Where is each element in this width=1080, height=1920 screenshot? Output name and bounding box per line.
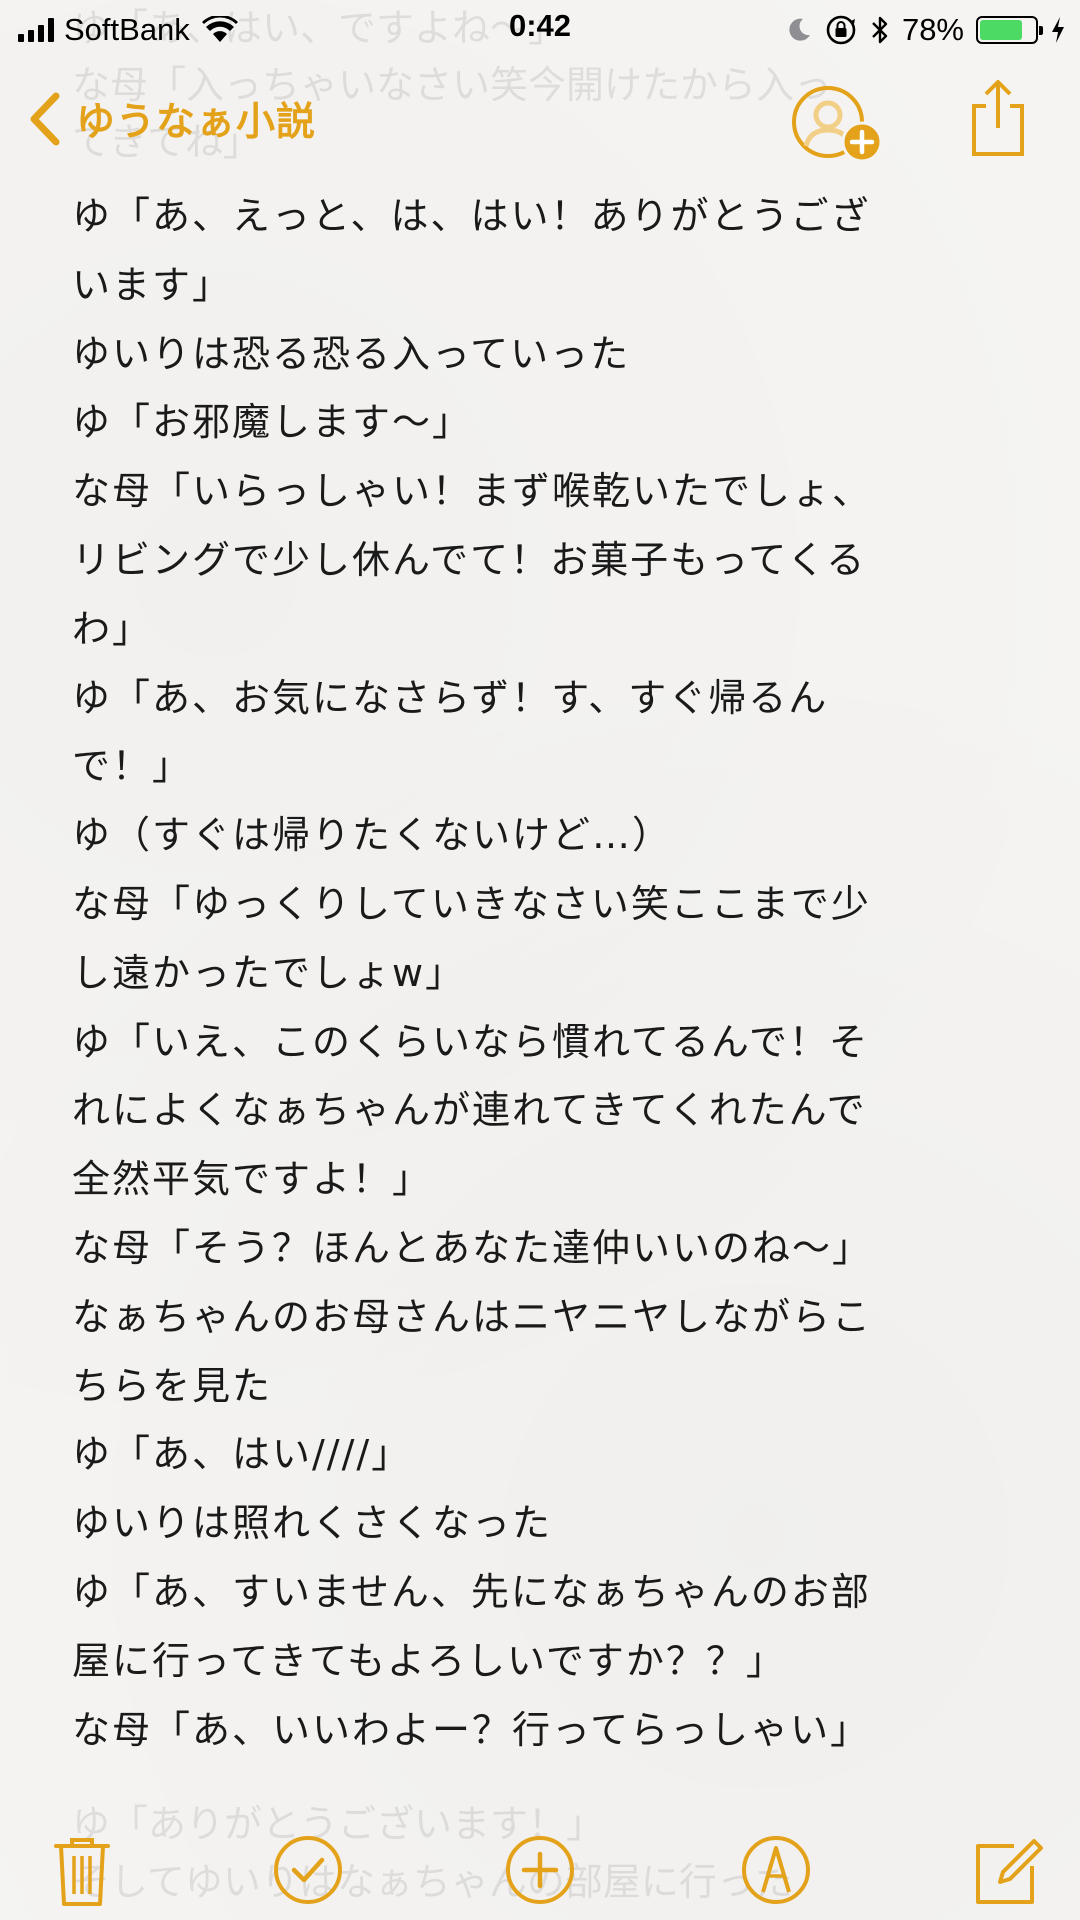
- note-line: ちらを見た: [72, 1363, 273, 1408]
- add-person-icon: [792, 86, 883, 163]
- note-line: なぁちゃんのお母さんはニヤニヤしながらこ: [72, 1294, 873, 1339]
- note-line: ゆいりは照れくさくなった: [72, 1501, 553, 1546]
- chevron-left-icon: [30, 92, 60, 146]
- back-label: ゆうなぁ小説: [76, 100, 317, 145]
- rotation-lock-icon: [826, 15, 856, 45]
- note-line: な母「ゆっくりしていきなさい笑ここまで少: [72, 881, 871, 926]
- delete-button[interactable]: [44, 1832, 120, 1908]
- note-line: ゆ（すぐは帰りたくないけど…）: [72, 813, 673, 858]
- bottom-toolbar: [0, 1820, 1080, 1920]
- share-button[interactable]: [968, 78, 1028, 158]
- compose-button[interactable]: [970, 1832, 1046, 1908]
- note-line: で！」: [72, 744, 193, 789]
- note-line: な母「そう？ほんとあなた達仲いいのね〜」: [72, 1225, 873, 1270]
- note-line: れによくなぁちゃんが連れてきてくれたんで: [72, 1088, 867, 1133]
- note-line: リビングで少し休んでて！お菓子もってくる: [72, 537, 867, 582]
- compose-icon: [976, 1839, 1043, 1904]
- status-right: 78%: [786, 10, 1066, 50]
- note-line: 屋に行ってきてもよろしいですか？？」: [72, 1638, 786, 1683]
- navigation-bar: ゆうなぁ小説: [0, 62, 1080, 172]
- bluetooth-icon: [872, 16, 888, 44]
- status-bar: SoftBank 0:42 78%: [0, 0, 1080, 60]
- add-button[interactable]: [502, 1832, 578, 1908]
- note-line: な母「いらっしゃい！まず喉乾いたでしょ、: [72, 469, 873, 514]
- note-line: し遠かったでしょw」: [72, 950, 466, 995]
- checklist-button[interactable]: [270, 1832, 346, 1908]
- charging-icon: [1052, 17, 1064, 43]
- checklist-icon: [274, 1836, 342, 1904]
- note-line: います」: [72, 262, 233, 307]
- moon-icon: [789, 18, 810, 41]
- note-line: な母「あ、いいわよー？行ってらっしゃい」: [72, 1707, 871, 1752]
- note-line: ゆ「あ、えっと、は、はい！ありがとうござ: [72, 194, 871, 238]
- markup-icon: [742, 1836, 810, 1904]
- share-icon: [972, 80, 1024, 156]
- battery-percent: 78%: [901, 12, 964, 47]
- battery-cap: [1039, 26, 1043, 35]
- battery-icon: [976, 16, 1043, 44]
- note-line: ゆ「いえ、このくらいなら慣れてるんで！そ: [72, 1019, 869, 1064]
- note-line: 全然平気ですよ！」: [72, 1157, 433, 1202]
- trash-icon: [54, 1838, 110, 1906]
- battery-fill: [980, 20, 1022, 40]
- markup-button[interactable]: [738, 1832, 814, 1908]
- note-line: わ」: [72, 606, 153, 651]
- add-people-button[interactable]: [786, 84, 886, 166]
- note-body[interactable]: ゆ「あ、えっと、は、はい！ありがとうござ います」 ゆいりは恐る恐る入っていった ゆ「…: [72, 182, 1002, 1764]
- back-button[interactable]: ゆうなぁ小説: [28, 92, 316, 146]
- plus-icon: [506, 1836, 574, 1904]
- note-line: ゆ「あ、すいません、先になぁちゃんのお部: [72, 1569, 871, 1614]
- note-line: ゆいりは恐る恐る入っていった: [72, 331, 631, 376]
- note-line: ゆ「あ、お気になさらず！す、すぐ帰るん: [72, 675, 829, 720]
- note-line: ゆ「お邪魔します〜」: [72, 400, 473, 445]
- note-line: ゆ「あ、はい////」: [72, 1432, 412, 1477]
